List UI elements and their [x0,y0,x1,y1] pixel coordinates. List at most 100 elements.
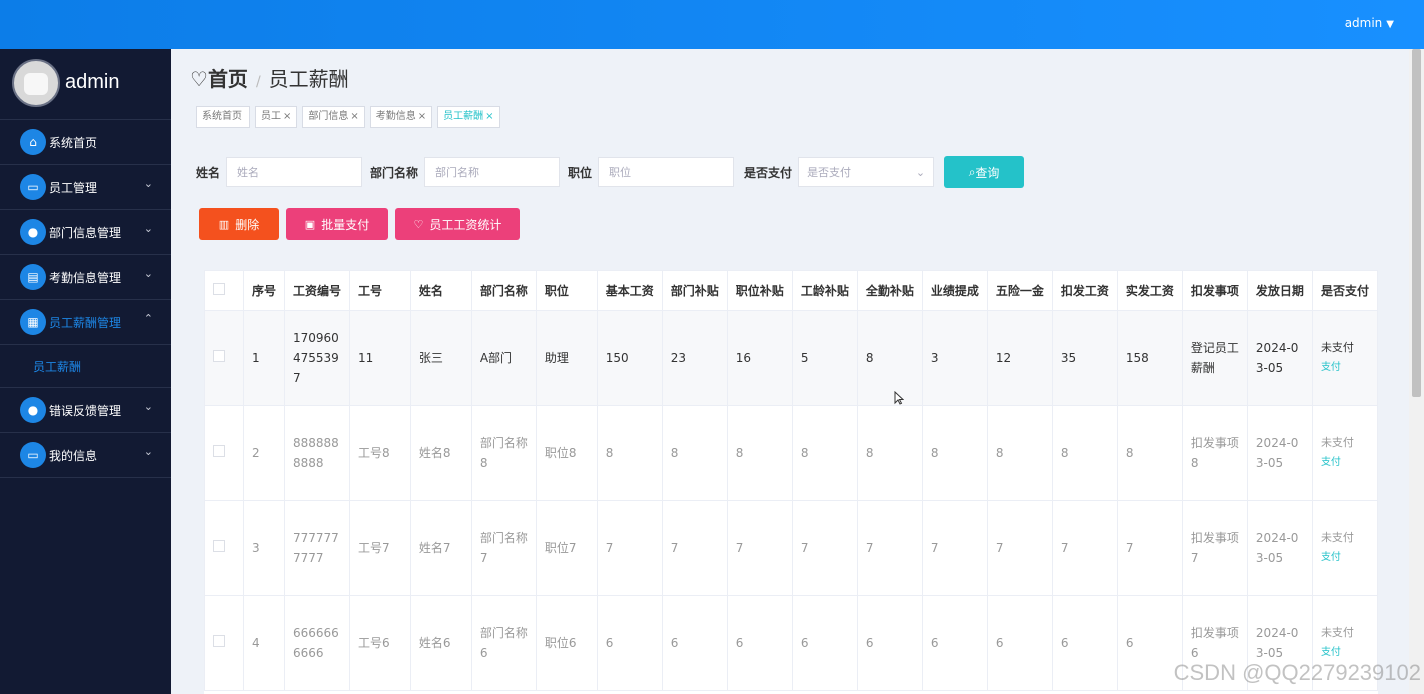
close-icon[interactable]: × [418,111,426,122]
sidebar-subitem-salary[interactable]: 员工薪酬 [0,345,171,388]
breadcrumb-home[interactable]: 首页 [208,67,248,91]
sidebar-header: admin [0,49,171,120]
delete-label: 删除 [235,217,260,232]
batch-pay-label: 批量支付 [321,217,370,232]
tag-4[interactable]: 员工薪酬 × [437,106,500,128]
table-cell: 8 [661,405,728,501]
position-label: 职位 [568,165,593,180]
tag-label: 部门信息 [308,111,349,122]
row-checkbox[interactable] [213,445,225,457]
tag-1[interactable]: 员工 × [255,106,298,128]
row-select-cell [204,310,244,406]
table-cell: 1709604755397 [283,310,350,406]
column-header: 扣发工资 [1051,270,1118,311]
payment-status-cell: 未支付 支付 [1311,310,1378,406]
table-cell: 2024-03-05 [1246,500,1313,596]
table-row: 2 8888888888 工号8 姓名8 部门名称8 职位8 8 8 8 8 8 8 8 8 8 扣发事项8 2… [204,405,1378,501]
sidebar-item-1[interactable]: ▭ 员工管理 ⌄ [0,165,171,210]
column-header: 全勤补贴 [856,270,923,311]
row-select-cell [204,500,244,596]
close-icon[interactable]: × [485,111,493,122]
table-cell: 6666666666 [283,595,350,691]
user-icon: ● [20,219,46,245]
sidebar-item-0[interactable]: ⌂ 系统首页 [0,120,171,165]
sidebar-item-3[interactable]: ▤ 考勤信息管理 ⌄ [0,255,171,300]
table-cell: 扣发事项7 [1181,500,1248,596]
breadcrumb: ♡首页 / 员工薪酬 [190,63,349,92]
sidebar-item-2[interactable]: ● 部门信息管理 ⌄ [0,210,171,255]
tag-2[interactable]: 部门信息 × [302,106,365,128]
table-cell: 7 [1116,500,1183,596]
dept-label: 部门名称 [370,165,419,180]
paid-placeholder: 是否支付 [807,166,852,179]
tag-label: 员工薪酬 [443,111,484,122]
pay-link[interactable]: 支付 [1321,453,1369,473]
table-cell: 23 [661,310,728,406]
table-cell: 8888888888 [283,405,350,501]
search-icon: ⌕ [968,164,976,179]
tag-3[interactable]: 考勤信息 × [369,106,433,128]
table-cell: 7 [986,500,1053,596]
table-cell: 工号7 [348,500,411,596]
table-cell: 2024-03-05 [1246,405,1313,501]
tag-0[interactable]: 系统首页 [196,106,250,128]
sidebar-item-4[interactable]: ▦ 员工薪酬管理 ⌃ [0,300,171,345]
chevron-icon: ⌄ [143,445,153,458]
table-cell: 2 [242,405,285,501]
row-checkbox[interactable] [213,635,225,647]
scrollbar[interactable] [1409,49,1424,694]
chevron-down-icon: ⌄ [915,165,926,179]
table-cell: 6 [596,595,663,691]
row-checkbox[interactable] [213,540,225,552]
close-icon[interactable]: × [283,111,291,122]
column-header: 职位补贴 [726,270,793,311]
name-input[interactable]: 姓名 [226,157,363,187]
sidebar-item-5[interactable]: ● 错误反馈管理 ⌄ [0,388,171,433]
select-all-checkbox[interactable] [213,282,225,295]
dept-input[interactable]: 部门名称 [424,157,561,187]
pay-link[interactable]: 支付 [1321,548,1369,568]
delete-button[interactable]: ▥ 删除 [199,208,279,240]
paid-select[interactable]: 是否支付 ⌄ [798,157,935,187]
table-cell: 6 [856,595,923,691]
row-checkbox[interactable] [213,350,225,362]
tag-label: 员工 [261,111,281,122]
table-cell: 张三 [409,310,472,406]
table-cell: 8 [921,405,988,501]
table-cell: 助理 [535,310,598,406]
table-cell: 职位7 [535,500,598,596]
table-cell: 16 [726,310,793,406]
bulb-icon: ● [20,397,46,423]
caret-down-icon: ▼ [1386,19,1394,30]
close-icon[interactable]: × [350,111,358,122]
table-cell: 7777777777 [283,500,350,596]
batch-pay-button[interactable]: ▣ 批量支付 [286,208,388,240]
query-label: 查询 [975,165,1000,180]
sidebar-username: admin [65,71,120,93]
column-header: 发放日期 [1246,270,1313,311]
chevron-icon: ⌃ [143,312,153,325]
payment-status-cell: 未支付 支付 [1311,405,1378,501]
table-cell: 7 [661,500,728,596]
pay-link[interactable]: 支付 [1321,358,1369,378]
top-bar: admin ▼ [0,0,1424,49]
column-header: 部门补贴 [661,270,728,311]
sidebar-item-6[interactable]: ▭ 我的信息 ⌄ [0,433,171,478]
sidebar-item-label: 系统首页 [49,136,98,150]
table-cell: 登记员工薪酬 [1181,310,1248,406]
table-cell: 7 [1051,500,1118,596]
avatar[interactable] [12,59,60,107]
query-button[interactable]: ⌕ 查询 [944,156,1025,188]
salary-stats-button[interactable]: ♡ 员工工资统计 [395,208,520,240]
payment-status: 未支付 [1320,341,1354,354]
column-header: 工资编号 [283,270,350,311]
table-cell: 4 [242,595,285,691]
position-input[interactable]: 职位 [598,157,735,187]
main-content: ♡首页 / 员工薪酬 系统首页 员工 × 部门信息 × 考勤信息 × 员工薪酬 × 姓名 姓名 部门… [171,49,1409,694]
user-menu[interactable]: admin ▼ [1345,16,1394,30]
scroll-thumb[interactable] [1412,49,1421,397]
table-cell: 8 [1116,405,1183,501]
table-cell: 职位6 [535,595,598,691]
table-cell: 6 [726,595,793,691]
username: admin [1344,16,1383,30]
